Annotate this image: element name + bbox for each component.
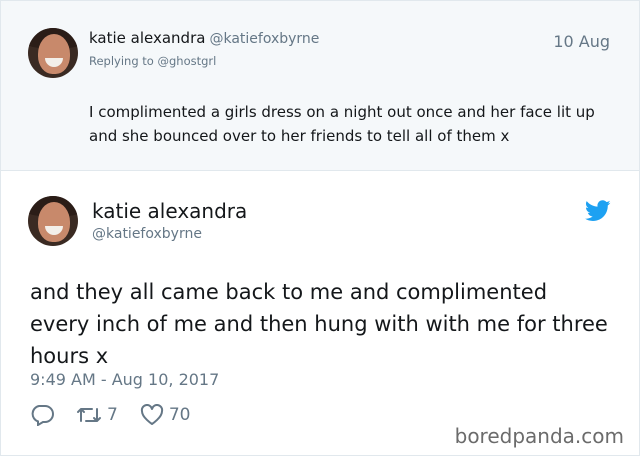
reply-author-name[interactable]: katie alexandra — [89, 29, 205, 47]
replying-to-label[interactable]: Replying to @ghostgrl — [89, 54, 216, 68]
like-button[interactable]: 70 — [140, 404, 191, 426]
tweet-author-name[interactable]: katie alexandra — [92, 199, 247, 223]
tweet-text: and they all came back to me and complim… — [30, 280, 608, 368]
avatar-face — [38, 34, 70, 74]
twitter-bird-icon[interactable] — [585, 200, 611, 222]
retweet-button[interactable]: 7 — [76, 405, 118, 425]
retweet-icon — [77, 408, 101, 422]
tweet-author-handle[interactable]: @katiefoxbyrne — [92, 226, 202, 242]
avatar[interactable] — [28, 28, 78, 78]
retweet-count: 7 — [107, 405, 118, 425]
reply-icon — [31, 405, 54, 426]
reply-author[interactable]: katie alexandra @katiefoxbyrne — [89, 29, 319, 47]
reply-date[interactable]: 10 Aug — [553, 32, 610, 51]
tweet-timestamp[interactable]: 9:49 AM - Aug 10, 2017 — [30, 370, 219, 389]
tweet-actions: 7 70 — [30, 402, 212, 428]
like-count: 70 — [168, 405, 191, 425]
avatar[interactable] — [28, 196, 78, 246]
watermark: boredpanda.com — [454, 424, 624, 448]
reply-button[interactable] — [30, 404, 54, 426]
avatar-face — [38, 202, 70, 242]
heart-icon — [140, 404, 163, 425]
reply-author-handle[interactable]: @katiefoxbyrne — [209, 31, 319, 47]
reply-tweet-text: I complimented a girls dress on a night … — [89, 103, 595, 145]
